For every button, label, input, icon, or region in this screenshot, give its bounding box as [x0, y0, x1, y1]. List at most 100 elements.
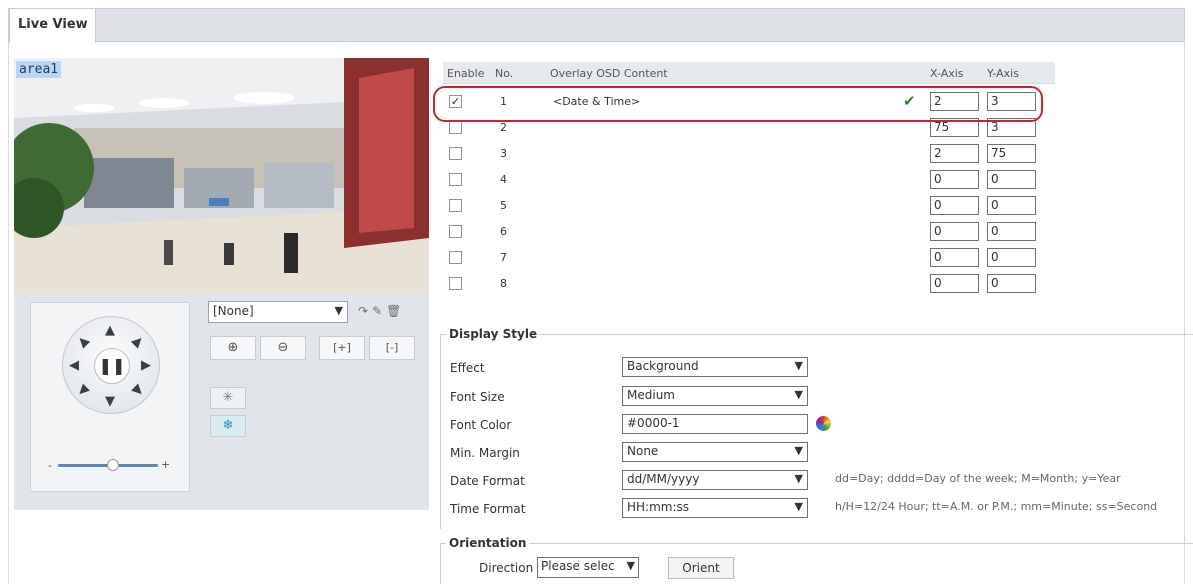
ptz-control: ▲ ▼ ◀ ▶ ▲ ▲ ▼ ▼ ❚❚ - +	[30, 302, 190, 492]
date-format-hint: dd=Day; dddd=Day of the week; M=Month; y…	[835, 472, 1121, 485]
table-row: 8 00	[443, 271, 1055, 297]
table-row: 7 00	[443, 245, 1055, 271]
font-size-select[interactable]: Medium ▼	[622, 386, 808, 406]
x-axis-input[interactable]: 0	[930, 196, 979, 215]
arrow-up-left-icon[interactable]: ▲	[74, 333, 92, 351]
enable-checkbox[interactable]	[449, 173, 462, 186]
time-format-select[interactable]: HH:mm:ss ▼	[622, 498, 808, 518]
arrow-down-right-icon[interactable]: ▼	[129, 382, 147, 400]
x-axis-input[interactable]: 0	[930, 274, 979, 293]
wiper-button[interactable]: ❄	[210, 415, 246, 437]
enable-checkbox[interactable]	[449, 277, 462, 290]
chevron-down-icon: ▼	[794, 359, 803, 372]
enable-checkbox[interactable]	[449, 199, 462, 212]
effect-value: Background	[627, 359, 699, 373]
wiper-icon: ❄	[222, 418, 234, 433]
table-row: 5 00	[443, 193, 1055, 219]
font-size-label: Font Size	[450, 390, 505, 404]
focus-near-icon: [+]	[333, 341, 351, 354]
font-color-input[interactable]: #0000-1	[622, 414, 808, 434]
minus-icon: -	[48, 459, 52, 472]
app-window: Live View area1 ▲ ▼ ◀ ▶ ▲ ▲ ▼ ▼ ❚❚ - + […	[0, 0, 1193, 584]
preset-value: [None]	[213, 304, 254, 318]
y-axis-input[interactable]: 0	[987, 274, 1036, 293]
chevron-down-icon: ▼	[794, 500, 803, 513]
tab-live-view[interactable]: Live View	[9, 8, 96, 43]
x-axis-input[interactable]: 0	[930, 248, 979, 267]
min-margin-select[interactable]: None ▼	[622, 442, 808, 462]
tab-bar: Live View	[8, 8, 1185, 43]
y-axis-input[interactable]: 0	[987, 170, 1036, 189]
enable-checkbox[interactable]	[449, 121, 462, 134]
edit-icon[interactable]: ✎	[372, 304, 386, 318]
zoom-out-button[interactable]: ⊖	[260, 336, 306, 360]
header-content: Overlay OSD Content	[550, 67, 668, 80]
font-size-value: Medium	[627, 388, 675, 402]
preset-select[interactable]: [None] ▼	[208, 301, 348, 323]
effect-select[interactable]: Background ▼	[622, 357, 808, 377]
light-button[interactable]: ✳	[210, 387, 246, 409]
enable-checkbox[interactable]	[449, 251, 462, 264]
arrow-up-icon[interactable]: ▲	[105, 324, 115, 337]
pause-button[interactable]: ❚❚	[94, 348, 130, 384]
orient-button[interactable]: Orient	[668, 557, 734, 579]
y-axis-input[interactable]: 0	[987, 196, 1036, 215]
row-number: 2	[500, 121, 507, 134]
display-style-legend: Display Style	[446, 327, 541, 341]
x-axis-input[interactable]: 0	[930, 222, 979, 241]
row-number: 5	[500, 199, 507, 212]
orientation-legend: Orientation	[446, 536, 530, 550]
date-format-value: dd/MM/yyyy	[627, 472, 700, 486]
zoom-out-icon: ⊖	[277, 340, 289, 355]
focus-far-button[interactable]: [-]	[369, 336, 415, 360]
chevron-down-icon: ▼	[794, 444, 803, 457]
arrow-right-icon[interactable]: ▶	[141, 359, 151, 372]
enable-checkbox[interactable]	[449, 147, 462, 160]
direction-value: Please selec	[541, 559, 615, 573]
time-format-value: HH:mm:ss	[627, 500, 690, 514]
video-preview[interactable]: area1	[14, 58, 429, 294]
font-color-label: Font Color	[450, 418, 512, 432]
slider-knob[interactable]	[107, 459, 119, 471]
effect-label: Effect	[450, 361, 485, 375]
y-axis-input[interactable]: 0	[987, 222, 1036, 241]
goto-preset-icon[interactable]: ↷	[358, 304, 372, 318]
font-color-value: #0000-1	[627, 416, 680, 430]
direction-select[interactable]: Please selec ▼	[537, 557, 639, 578]
y-axis-input[interactable]: 75	[987, 144, 1036, 163]
min-margin-label: Min. Margin	[450, 446, 520, 460]
arrow-down-left-icon[interactable]: ▼	[74, 382, 92, 400]
sun-icon: ✳	[222, 390, 234, 405]
row-number: 4	[500, 173, 507, 186]
zoom-in-icon: ⊕	[227, 340, 239, 355]
chevron-down-icon: ▼	[794, 388, 803, 401]
table-row: 3 2 75	[443, 141, 1055, 167]
header-no: No.	[495, 67, 514, 80]
x-axis-input[interactable]: 2	[930, 144, 979, 163]
delete-icon[interactable]: 🗑	[386, 304, 405, 318]
preset-actions: ↷✎🗑	[358, 304, 405, 318]
speed-slider[interactable]: - +	[48, 458, 173, 472]
date-format-label: Date Format	[450, 474, 525, 488]
mall-scene-image	[14, 58, 429, 294]
date-format-select[interactable]: dd/MM/yyyy ▼	[622, 470, 808, 490]
focus-near-button[interactable]: [+]	[319, 336, 365, 360]
direction-pad: ▲ ▼ ◀ ▶ ▲ ▲ ▼ ▼ ❚❚	[62, 316, 160, 414]
header-y-axis: Y-Axis	[987, 67, 1019, 80]
arrow-left-icon[interactable]: ◀	[69, 359, 79, 372]
arrow-up-right-icon[interactable]: ▲	[129, 333, 147, 351]
time-format-label: Time Format	[450, 502, 526, 516]
row-number: 8	[500, 277, 507, 290]
chevron-down-icon: ▼	[334, 304, 343, 317]
arrow-down-icon[interactable]: ▼	[105, 395, 115, 408]
y-axis-input[interactable]: 0	[987, 248, 1036, 267]
table-row: 4 00	[443, 167, 1055, 193]
enable-checkbox[interactable]	[449, 225, 462, 238]
time-format-hint: h/H=12/24 Hour; tt=A.M. or P.M.; mm=Minu…	[835, 500, 1158, 513]
table-row: 6 00	[443, 219, 1055, 245]
header-enable: Enable	[447, 67, 485, 80]
zoom-in-button[interactable]: ⊕	[210, 336, 256, 360]
table-header: Enable No. Overlay OSD Content X-Axis Y-…	[443, 62, 1055, 84]
color-picker-icon[interactable]	[816, 416, 831, 431]
x-axis-input[interactable]: 0	[930, 170, 979, 189]
